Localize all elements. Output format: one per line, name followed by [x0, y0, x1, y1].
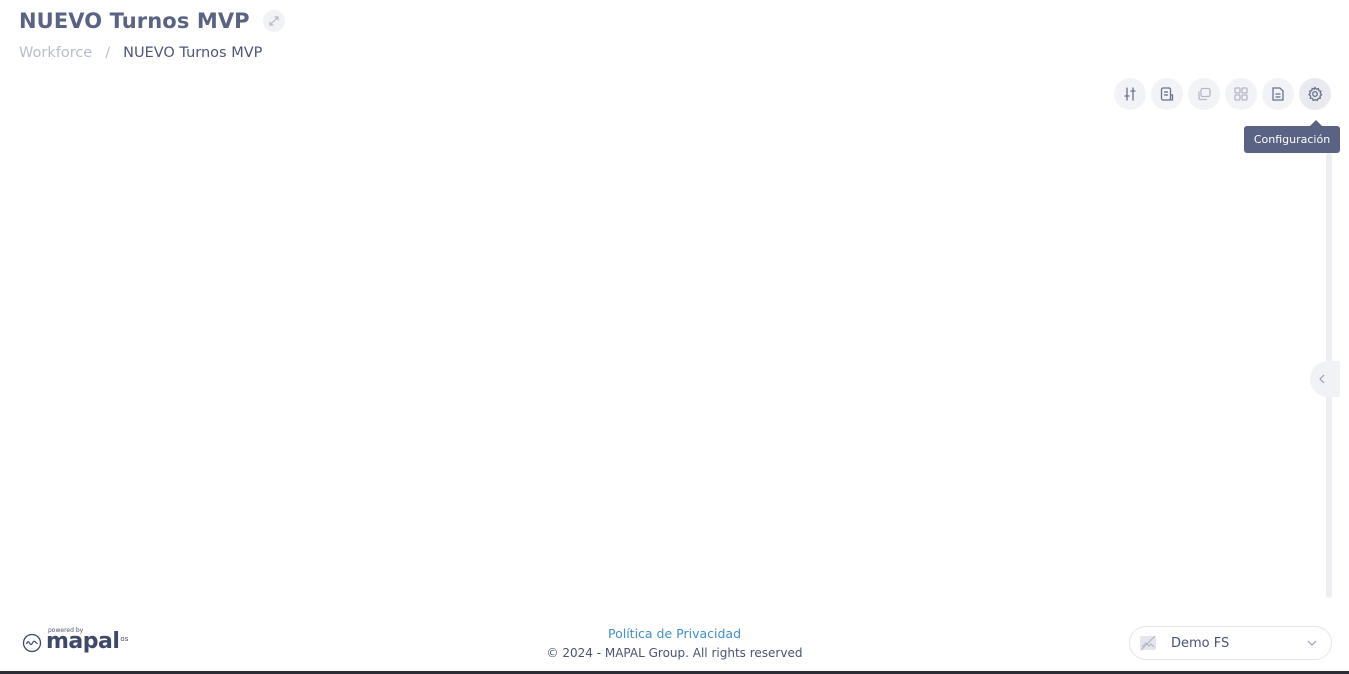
title-row: NUEVO Turnos MVP: [19, 9, 285, 33]
settings-tooltip: Configuración: [1244, 126, 1340, 153]
side-panel-toggle[interactable]: [1310, 361, 1340, 397]
toolbar: [1114, 78, 1331, 110]
organization-select[interactable]: Demo FS: [1129, 626, 1332, 660]
filters-button[interactable]: [1114, 78, 1146, 110]
gear-icon: [1308, 86, 1323, 102]
copy-button[interactable]: [1188, 78, 1220, 110]
breadcrumb-current: NUEVO Turnos MVP: [123, 45, 263, 61]
chevron-down-icon: [1307, 640, 1317, 646]
document-icon: [1272, 87, 1284, 101]
document-button[interactable]: [1262, 78, 1294, 110]
breadcrumb: Workforce / NUEVO Turnos MVP: [19, 45, 262, 61]
grid-button[interactable]: [1225, 78, 1257, 110]
report-icon: [1160, 87, 1174, 101]
report-button[interactable]: [1151, 78, 1183, 110]
breadcrumb-root[interactable]: Workforce: [19, 45, 92, 61]
page-title: NUEVO Turnos MVP: [19, 9, 250, 33]
copy-icon: [1198, 87, 1211, 101]
org-image-placeholder-icon: [1138, 633, 1158, 653]
breadcrumb-separator: /: [105, 45, 111, 61]
expand-button[interactable]: [262, 10, 285, 32]
organization-label: Demo FS: [1171, 635, 1230, 651]
grid-icon: [1234, 87, 1248, 101]
chevron-left-icon: [1319, 374, 1325, 384]
sliders-icon: [1124, 87, 1136, 101]
settings-button[interactable]: [1299, 78, 1331, 110]
expand-icon: [269, 16, 279, 26]
